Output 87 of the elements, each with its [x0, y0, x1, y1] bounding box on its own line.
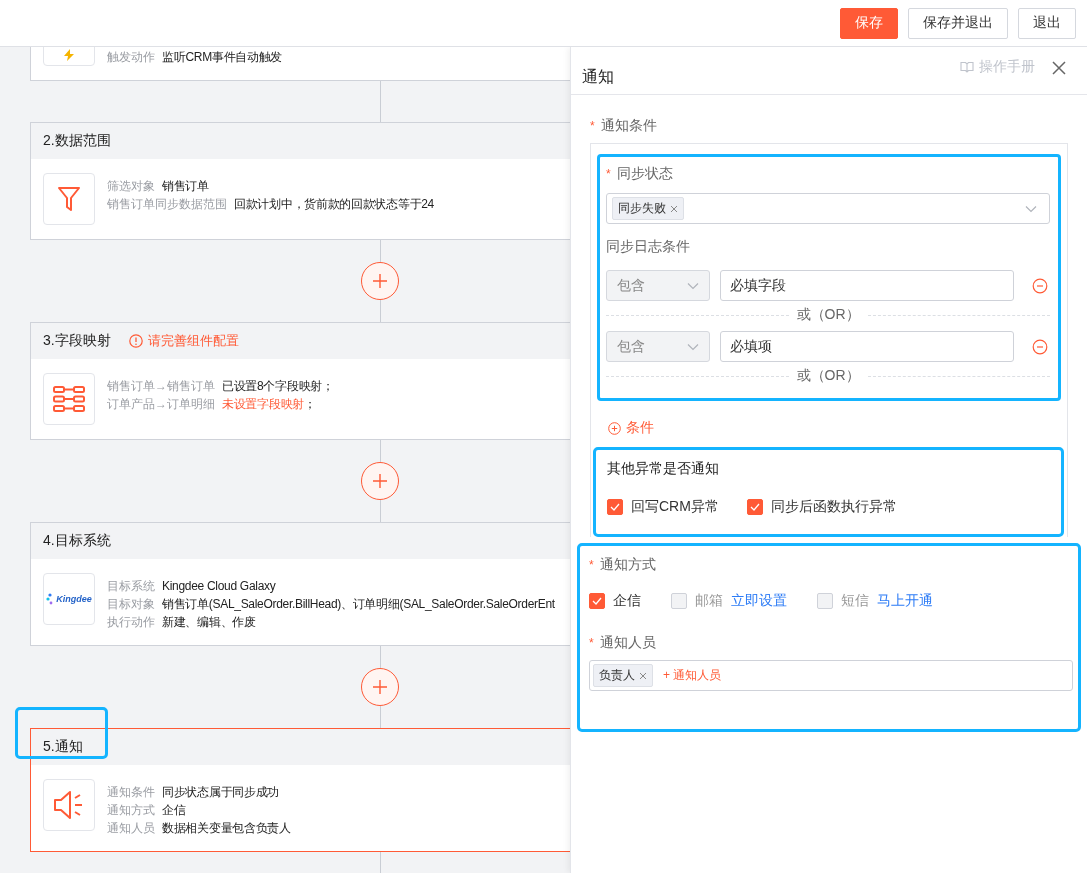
field-label: 执行动作 — [107, 615, 155, 629]
checkbox-label: 邮箱 — [695, 592, 723, 610]
status-tag[interactable]: 同步失败 — [612, 197, 684, 220]
toolbar-button[interactable]: 退出 — [1018, 7, 1076, 39]
field-value: 已设置8个字段映射； — [222, 379, 334, 393]
step-title: 3.字段映射 — [43, 332, 111, 350]
step-card[interactable]: 4.目标系统 Kingdee 目标系统 Kingdee Cloud Galaxy 目标对象 销售订单(SAL_SaleOrder.BillHead)、订单明细(SAL_SaleOrder.SaleOrderEnt 执行动作 新建、编辑、作废 — [30, 522, 570, 646]
checkbox-label: 回写CRM异常 — [631, 498, 719, 516]
warning-text: 请完善组件配置 — [147, 332, 239, 350]
check-icon — [592, 597, 602, 605]
toolbar-button[interactable]: 保存并退出 — [908, 7, 1008, 39]
field-label: 目标系统 — [107, 579, 155, 593]
field-value: 监听CRM事件自动触发 — [162, 50, 283, 64]
warning-icon — [128, 334, 143, 348]
plus-icon — [372, 473, 388, 489]
checkbox-label: 同步后函数执行异常 — [770, 498, 897, 516]
logo-text: Kingdee — [56, 594, 92, 604]
field-label: 销售订单→销售订单 — [107, 379, 215, 393]
bolt-icon — [63, 49, 75, 61]
remove-condition-icon[interactable] — [1032, 338, 1048, 355]
field-label: 销售订单同步数据范围 — [107, 197, 227, 211]
field-value: 新建、编辑、作废 — [162, 615, 256, 629]
checkbox[interactable] — [607, 499, 623, 515]
checkbox[interactable] — [746, 499, 763, 515]
book-icon — [960, 60, 974, 73]
field-value: 销售订单 — [162, 179, 209, 193]
field-label: 触发动作 — [107, 50, 155, 64]
dots-icon — [46, 593, 55, 605]
checkbox[interactable] — [589, 593, 605, 609]
required-mark: * — [590, 119, 595, 133]
step-card[interactable]: 5.通知 通知条件 同步状态属于同步成功 通知方式 企信 通知人员 数据相关变量包含负责人 — [30, 728, 570, 852]
section-label: 通知条件 — [600, 117, 657, 135]
recipient-field[interactable]: 负责人 + 通知人员 — [589, 660, 1073, 691]
remove-condition-icon[interactable] — [1032, 277, 1048, 294]
required-mark: * — [606, 167, 611, 181]
punctuation: ； — [303, 397, 316, 411]
or-separator: 或（OR） — [795, 367, 861, 385]
field-label: 筛选对象 — [107, 179, 155, 193]
field-value: 销售订单(SAL_SaleOrder.BillHead)、订单明细(SAL_SaleOrder.SaleOrderEnt — [162, 597, 555, 611]
field-label: 通知方式 — [107, 803, 155, 817]
group-title: 其他异常是否通知 — [607, 460, 720, 478]
keyword-input[interactable]: 必填字段 — [720, 270, 1014, 301]
drawer-title: 通知 — [582, 67, 615, 87]
field-value: 未设置字段映射 — [222, 397, 304, 411]
add-step-button[interactable] — [361, 462, 399, 500]
field-value: Kingdee Cloud Galaxy — [162, 579, 276, 593]
add-step-button[interactable] — [361, 262, 399, 300]
field-label: 订单产品→订单明细 — [107, 397, 215, 411]
status-select[interactable]: 同步失败 — [606, 193, 1050, 224]
check-icon — [610, 503, 620, 511]
field-value: 企信 — [162, 803, 186, 817]
close-icon[interactable] — [1051, 59, 1067, 76]
or-separator: 或（OR） — [795, 306, 861, 324]
field-value: 回款计划中，货前款的回款状态等于24 — [234, 197, 434, 211]
plus-icon — [372, 679, 388, 695]
step-card[interactable]: 3.字段映射 请完善组件配置 销售订单→销售订单 已设置8个字段映射； 订单产品→订单明细 未设置字段映射； — [30, 322, 570, 440]
checkbox-label: 短信 — [841, 592, 869, 610]
check-icon — [749, 503, 760, 511]
remove-icon[interactable] — [670, 204, 678, 213]
chevron-down-icon — [1025, 204, 1037, 213]
step-title: 2.数据范围 — [43, 132, 111, 150]
section-label: 通知方式 — [599, 556, 656, 574]
field-label: 同步日志条件 — [606, 238, 691, 256]
mapping-icon — [52, 385, 86, 413]
field-label: 同步状态 — [616, 165, 673, 183]
add-step-button[interactable] — [361, 668, 399, 706]
field-label: 通知条件 — [107, 785, 155, 799]
step-title: 4.目标系统 — [43, 532, 111, 550]
field-label: 目标对象 — [107, 597, 155, 611]
required-mark: * — [589, 636, 594, 650]
step-title: 5.通知 — [43, 738, 83, 756]
field-value: 同步状态属于同步成功 — [162, 785, 279, 799]
plus-circle-icon — [608, 421, 621, 435]
section-label: 通知人员 — [599, 634, 656, 652]
step-card[interactable]: 触发动作 监听CRM事件自动触发 — [30, 47, 570, 81]
chevron-down-icon — [687, 342, 699, 351]
recipient-tag[interactable]: 负责人 — [593, 664, 653, 687]
chevron-down-icon — [687, 281, 699, 290]
filter-icon — [56, 184, 82, 214]
checkbox-label: 企信 — [613, 592, 641, 610]
field-value: 数据相关变量包含负责人 — [162, 821, 291, 835]
remove-icon[interactable] — [639, 671, 647, 680]
required-mark: * — [589, 558, 594, 572]
plus-icon — [372, 273, 388, 289]
keyword-input[interactable]: 必填项 — [720, 331, 1014, 362]
field-label: 通知人员 — [107, 821, 155, 835]
step-card[interactable]: 2.数据范围 筛选对象 销售订单 销售订单同步数据范围 回款计划中，货前款的回款状态等于24 — [30, 122, 570, 240]
